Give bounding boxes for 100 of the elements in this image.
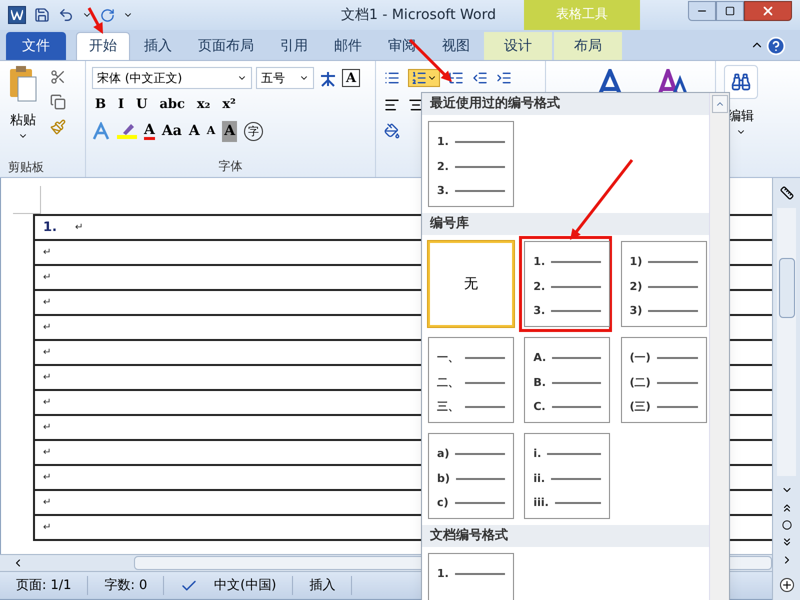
- list-label: A.: [533, 350, 546, 366]
- character-border-button[interactable]: A: [342, 69, 360, 87]
- format-button[interactable]: I: [115, 95, 128, 114]
- list-label: i.: [533, 446, 542, 462]
- paragraph-mark: ↵: [43, 371, 52, 385]
- shading-icon[interactable]: [384, 123, 400, 139]
- paragraph-mark: ↵: [43, 496, 52, 510]
- paste-label[interactable]: 粘贴: [10, 111, 36, 130]
- paragraph-mark: ↵: [43, 346, 52, 360]
- list-label: 2): [630, 278, 642, 294]
- paragraph-mark: ↵: [74, 221, 84, 235]
- list-label: (三): [630, 399, 651, 415]
- format-button[interactable]: U: [133, 95, 150, 114]
- undo-icon[interactable]: [58, 7, 74, 23]
- format-button[interactable]: x₂: [194, 95, 214, 114]
- format-button[interactable]: B: [92, 95, 109, 114]
- section-header: 文档编号格式: [422, 525, 709, 547]
- list-number: 1.: [43, 218, 57, 237]
- ribbon-tab[interactable]: 布局: [554, 32, 622, 60]
- contextual-tab-header: 表格工具: [524, 0, 640, 30]
- character-shading-button[interactable]: A: [222, 120, 238, 142]
- zoom-in-icon[interactable]: [780, 578, 794, 592]
- ribbon-tab[interactable]: 引用: [268, 32, 320, 60]
- paste-icon[interactable]: [8, 65, 38, 103]
- text-effect-icon[interactable]: [92, 122, 110, 140]
- numbering-option[interactable]: (一) (二) (三): [620, 337, 707, 423]
- list-label: 1.: [437, 566, 449, 582]
- font-name-field[interactable]: 宋体 (中文正文): [92, 67, 252, 89]
- shrink-font-button[interactable]: A: [206, 122, 216, 140]
- group-label: 剪贴板: [8, 159, 44, 176]
- cut-icon[interactable]: [50, 69, 66, 85]
- binoculars-icon: [731, 72, 751, 92]
- list-label: 2.: [533, 278, 546, 294]
- format-button[interactable]: abc: [156, 95, 188, 114]
- list-label: 3.: [533, 303, 546, 319]
- numbering-option[interactable]: A. B. C.: [524, 337, 610, 423]
- ribbon-tab[interactable]: 视图: [430, 32, 482, 60]
- file-tab[interactable]: 文件: [6, 32, 66, 60]
- numbering-option[interactable]: 1. 2. 3.: [524, 241, 610, 327]
- find-button[interactable]: [724, 65, 758, 99]
- grow-font-button[interactable]: A: [188, 120, 200, 142]
- list-label: 二、: [437, 374, 459, 390]
- list-label: b): [437, 470, 450, 486]
- align-left-icon[interactable]: [384, 97, 400, 113]
- format-painter-icon[interactable]: [50, 119, 66, 135]
- list-label: iii.: [533, 495, 549, 511]
- list-label: ii.: [533, 470, 546, 486]
- decrease-indent-icon[interactable]: [472, 70, 488, 86]
- font-size-field[interactable]: 五号: [256, 67, 314, 89]
- close-button[interactable]: [744, 1, 792, 21]
- list-label: c): [437, 495, 449, 511]
- copy-icon[interactable]: [50, 94, 66, 110]
- ribbon-tab[interactable]: 插入: [132, 32, 184, 60]
- help-icon[interactable]: [766, 36, 786, 56]
- list-label: B.: [533, 374, 546, 390]
- ruler-icon[interactable]: [780, 186, 794, 200]
- save-icon[interactable]: [34, 7, 50, 23]
- list-label: 1): [630, 254, 642, 270]
- maximize-button[interactable]: [716, 1, 744, 21]
- ribbon-tab[interactable]: 页面布局: [186, 32, 266, 60]
- list-label: (一): [630, 350, 651, 366]
- ribbon-tab[interactable]: 开始: [76, 32, 130, 60]
- section-header: 最近使用过的编号格式: [422, 93, 709, 115]
- list-label: 2.: [437, 158, 449, 174]
- multilevel-list-icon[interactable]: [448, 70, 464, 86]
- ribbon-tab[interactable]: 设计: [484, 32, 552, 60]
- numbering-option[interactable]: 1) 2) 3): [620, 241, 707, 327]
- ribbon-tab[interactable]: 邮件: [322, 32, 374, 60]
- paragraph-mark: ↵: [43, 471, 52, 485]
- highlight-icon[interactable]: [117, 122, 137, 140]
- numbering-option[interactable]: 一、 二、 三、: [428, 337, 514, 423]
- numbering-option[interactable]: 1.: [428, 553, 514, 600]
- numbering-option[interactable]: i. ii. iii.: [524, 433, 610, 519]
- vertical-scrollbar-thumb[interactable]: [778, 258, 794, 318]
- paragraph-mark: ↵: [43, 421, 52, 435]
- numbering-option[interactable]: a) b) c): [428, 433, 514, 519]
- numbering-button[interactable]: [408, 69, 440, 87]
- list-label: 三、: [437, 399, 459, 415]
- window-title: 文档1 - Microsoft Word: [340, 6, 496, 24]
- list-label: 3): [630, 303, 642, 319]
- paragraph-mark: ↵: [43, 271, 52, 285]
- change-case-button[interactable]: Aa: [162, 120, 182, 142]
- language-status[interactable]: 中文(中国): [198, 576, 294, 596]
- maximize-icon: [725, 6, 735, 16]
- list-label: 1.: [533, 254, 546, 270]
- word-logo-icon: [8, 6, 26, 24]
- numbering-option[interactable]: 1. 2. 3.: [428, 121, 514, 207]
- redo-icon[interactable]: [100, 8, 115, 22]
- numbering-option[interactable]: 无: [428, 241, 514, 327]
- browse-object-icon[interactable]: [782, 520, 792, 530]
- list-label: a): [437, 446, 450, 462]
- bullets-icon[interactable]: [384, 70, 400, 86]
- increase-indent-icon[interactable]: [496, 70, 512, 86]
- list-label: 1.: [437, 134, 449, 150]
- format-button[interactable]: x²: [219, 95, 239, 114]
- insert-mode-status[interactable]: 插入: [293, 576, 352, 596]
- paragraph-mark: ↵: [43, 521, 52, 535]
- enclose-character-button[interactable]: 字: [244, 122, 264, 140]
- align-center-icon[interactable]: [408, 97, 424, 113]
- font-color-button[interactable]: A: [144, 122, 155, 140]
